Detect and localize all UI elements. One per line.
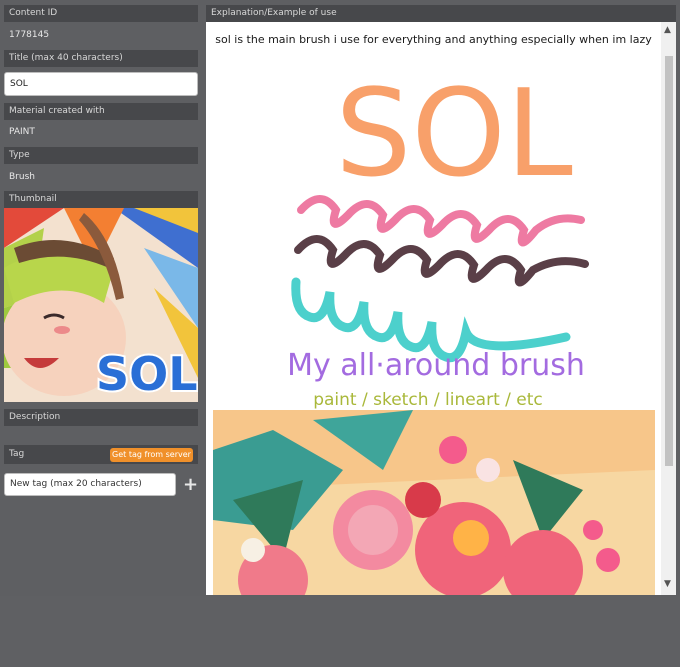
material-header: Material created with xyxy=(4,103,198,120)
new-tag-input[interactable]: New tag (max 20 characters) xyxy=(4,473,176,496)
material-value: PAINT xyxy=(9,127,35,137)
type-value: Brush xyxy=(9,172,35,182)
bottom-area xyxy=(0,596,680,667)
description-header: Description xyxy=(4,409,198,426)
svg-text:My all·around brush: My all·around brush xyxy=(287,348,585,383)
title-input[interactable]: SOL xyxy=(4,72,198,96)
type-header: Type xyxy=(4,147,198,164)
svg-text:SOL: SOL xyxy=(96,347,198,401)
thumbnail-header: Thumbnail xyxy=(4,191,198,208)
scroll-up-icon[interactable]: ▲ xyxy=(664,25,671,35)
svg-text:SOL: SOL xyxy=(335,65,573,204)
thumbnail-image: SOL xyxy=(4,208,198,402)
vertical-scrollbar[interactable]: ▲ ▼ xyxy=(661,22,676,595)
explanation-header: Explanation/Example of use xyxy=(206,5,676,22)
title-header: Title (max 40 characters) xyxy=(4,50,198,67)
content-id-header: Content ID xyxy=(4,5,198,22)
explanation-panel: Explanation/Example of use sol is the ma… xyxy=(206,5,676,595)
explanation-caption: sol is the main brush i use for everythi… xyxy=(215,33,652,46)
svg-text:paint / sketch / lineart / etc: paint / sketch / lineart / etc xyxy=(313,390,543,410)
brush-showcase-image: SOL My all·around brush paint / sketch /… xyxy=(287,65,589,410)
flower-painting-image xyxy=(213,410,655,595)
explanation-content: sol is the main brush i use for everythi… xyxy=(206,22,661,595)
scroll-down-icon[interactable]: ▼ xyxy=(664,579,671,589)
scroll-thumb[interactable] xyxy=(665,56,673,466)
plus-icon[interactable]: + xyxy=(183,476,198,494)
get-tag-from-server-button[interactable]: Get tag from server xyxy=(110,448,193,462)
content-id-value: 1778145 xyxy=(9,30,50,40)
